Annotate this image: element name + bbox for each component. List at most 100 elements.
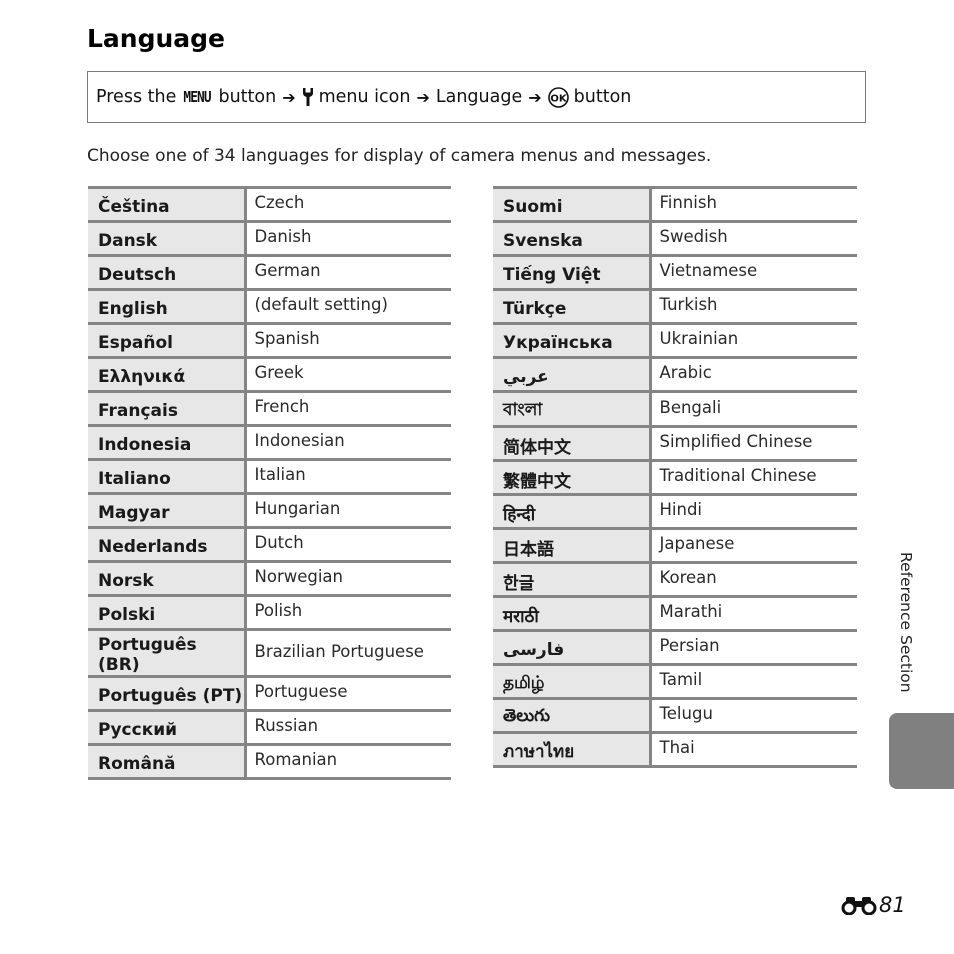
language-native-name: Nederlands — [88, 526, 247, 562]
procedure-button-text: button — [573, 87, 632, 107]
language-row: Čeština Czech — [88, 186, 451, 222]
description-text: Choose one of 34 languages for display o… — [87, 146, 712, 166]
language-native-name: বাংলা — [493, 390, 652, 427]
language-row: Indonesia Indonesian — [88, 424, 451, 460]
language-english-name: Ukrainian — [650, 322, 857, 358]
language-native-name: Magyar — [88, 492, 247, 528]
language-native-name: Español — [88, 322, 247, 358]
language-english-name: (default setting) — [245, 288, 451, 324]
language-row: فارسی Persian — [493, 629, 857, 665]
language-row: Français French — [88, 390, 451, 426]
language-native-name: मराठी — [493, 595, 652, 631]
language-english-name: Norwegian — [245, 560, 451, 596]
procedure-language-text: Language — [435, 87, 523, 107]
language-native-name: Indonesia — [88, 424, 247, 460]
language-english-name: German — [245, 254, 451, 290]
language-native-name: Čeština — [88, 186, 247, 222]
language-row: मराठी Marathi — [493, 595, 857, 631]
language-native-name: فارسی — [493, 629, 652, 665]
procedure-box: Press the MENU button ➔ menu icon ➔ Lang… — [87, 71, 866, 123]
language-native-name: தமிழ் — [493, 663, 652, 699]
language-english-name: Greek — [245, 356, 451, 392]
language-native-name: Deutsch — [88, 254, 247, 290]
language-native-name: Dansk — [88, 220, 247, 256]
page-title: Language — [87, 24, 226, 53]
language-native-name: 한글 — [493, 561, 652, 597]
language-english-name: Brazilian Portuguese — [245, 628, 451, 677]
language-row: Norsk Norwegian — [88, 560, 451, 596]
language-row: Português (PT) Portuguese — [88, 675, 451, 711]
language-row: Tiếng Việt Vietnamese — [493, 254, 857, 290]
language-native-name: Tiếng Việt — [493, 254, 652, 290]
language-native-name: Ελληνικά — [88, 356, 247, 392]
language-english-name: Russian — [245, 709, 451, 745]
language-row: Русский Russian — [88, 709, 451, 745]
language-row: Dansk Danish — [88, 220, 451, 256]
language-english-name: Indonesian — [245, 424, 451, 460]
language-table-left: Čeština Czech Dansk Danish Deutsch German Engl… — [88, 186, 451, 780]
language-native-name: 简体中文 — [493, 425, 652, 461]
language-row: Română Romanian — [88, 743, 451, 780]
language-english-name: Spanish — [245, 322, 451, 358]
svg-text:OK: OK — [550, 93, 568, 104]
language-row: हिन्दी Hindi — [493, 493, 857, 529]
language-native-name: Português (PT) — [88, 675, 247, 711]
language-english-name: Japanese — [650, 527, 857, 563]
language-native-name: తెలుగు — [493, 697, 652, 733]
language-row: Deutsch German — [88, 254, 451, 290]
section-side-label: Reference Section — [897, 552, 915, 693]
language-native-name: हिन्दी — [493, 493, 652, 529]
language-english-name: Danish — [245, 220, 451, 256]
language-english-name: Dutch — [245, 526, 451, 562]
language-english-name: Polish — [245, 594, 451, 630]
language-row: Suomi Finnish — [493, 186, 857, 222]
language-row: 한글 Korean — [493, 561, 857, 597]
language-native-name: Türkçe — [493, 288, 652, 324]
language-english-name: Finnish — [650, 186, 857, 222]
language-row: 繁體中文 Traditional Chinese — [493, 459, 857, 495]
language-native-name: Português (BR) — [88, 628, 247, 677]
wrench-icon — [302, 87, 314, 107]
language-native-name: Română — [88, 743, 247, 780]
procedure-menu-icon-text: menu icon — [318, 87, 411, 107]
language-english-name: Bengali — [650, 390, 857, 427]
language-english-name: Simplified Chinese — [650, 425, 857, 461]
language-english-name: Thai — [650, 731, 857, 768]
page-number: 81 — [840, 893, 906, 917]
language-english-name: Arabic — [650, 356, 857, 392]
language-native-name: Français — [88, 390, 247, 426]
arrow-right-icon: ➔ — [416, 87, 430, 107]
language-native-name: Norsk — [88, 560, 247, 596]
language-english-name: Korean — [650, 561, 857, 597]
language-row: 日本語 Japanese — [493, 527, 857, 563]
language-native-name: Italiano — [88, 458, 247, 494]
language-english-name: Persian — [650, 629, 857, 665]
language-row: 简体中文 Simplified Chinese — [493, 425, 857, 461]
language-english-name: Turkish — [650, 288, 857, 324]
language-row: Italiano Italian — [88, 458, 451, 494]
arrow-right-icon: ➔ — [282, 87, 296, 107]
language-row: English (default setting) — [88, 288, 451, 324]
procedure-press-text: Press the — [96, 87, 177, 107]
section-tab-marker — [889, 713, 954, 789]
language-english-name: Telugu — [650, 697, 857, 733]
language-english-name: Italian — [245, 458, 451, 494]
language-row: Українська Ukrainian — [493, 322, 857, 358]
language-row: Português (BR) Brazilian Portuguese — [88, 628, 451, 677]
language-english-name: Marathi — [650, 595, 857, 631]
language-row: Español Spanish — [88, 322, 451, 358]
language-english-name: Hindi — [650, 493, 857, 529]
language-row: Svenska Swedish — [493, 220, 857, 256]
language-row: বাংলা Bengali — [493, 390, 857, 427]
language-row: Magyar Hungarian — [88, 492, 451, 528]
binoculars-icon — [840, 895, 879, 915]
language-row: Türkçe Turkish — [493, 288, 857, 324]
language-english-name: Traditional Chinese — [650, 459, 857, 495]
language-native-name: عربي — [493, 356, 652, 392]
language-row: తెలుగు Telugu — [493, 697, 857, 733]
language-native-name: Suomi — [493, 186, 652, 222]
language-row: Ελληνικά Greek — [88, 356, 451, 392]
language-native-name: Svenska — [493, 220, 652, 256]
language-english-name: Portuguese — [245, 675, 451, 711]
language-row: عربي Arabic — [493, 356, 857, 392]
